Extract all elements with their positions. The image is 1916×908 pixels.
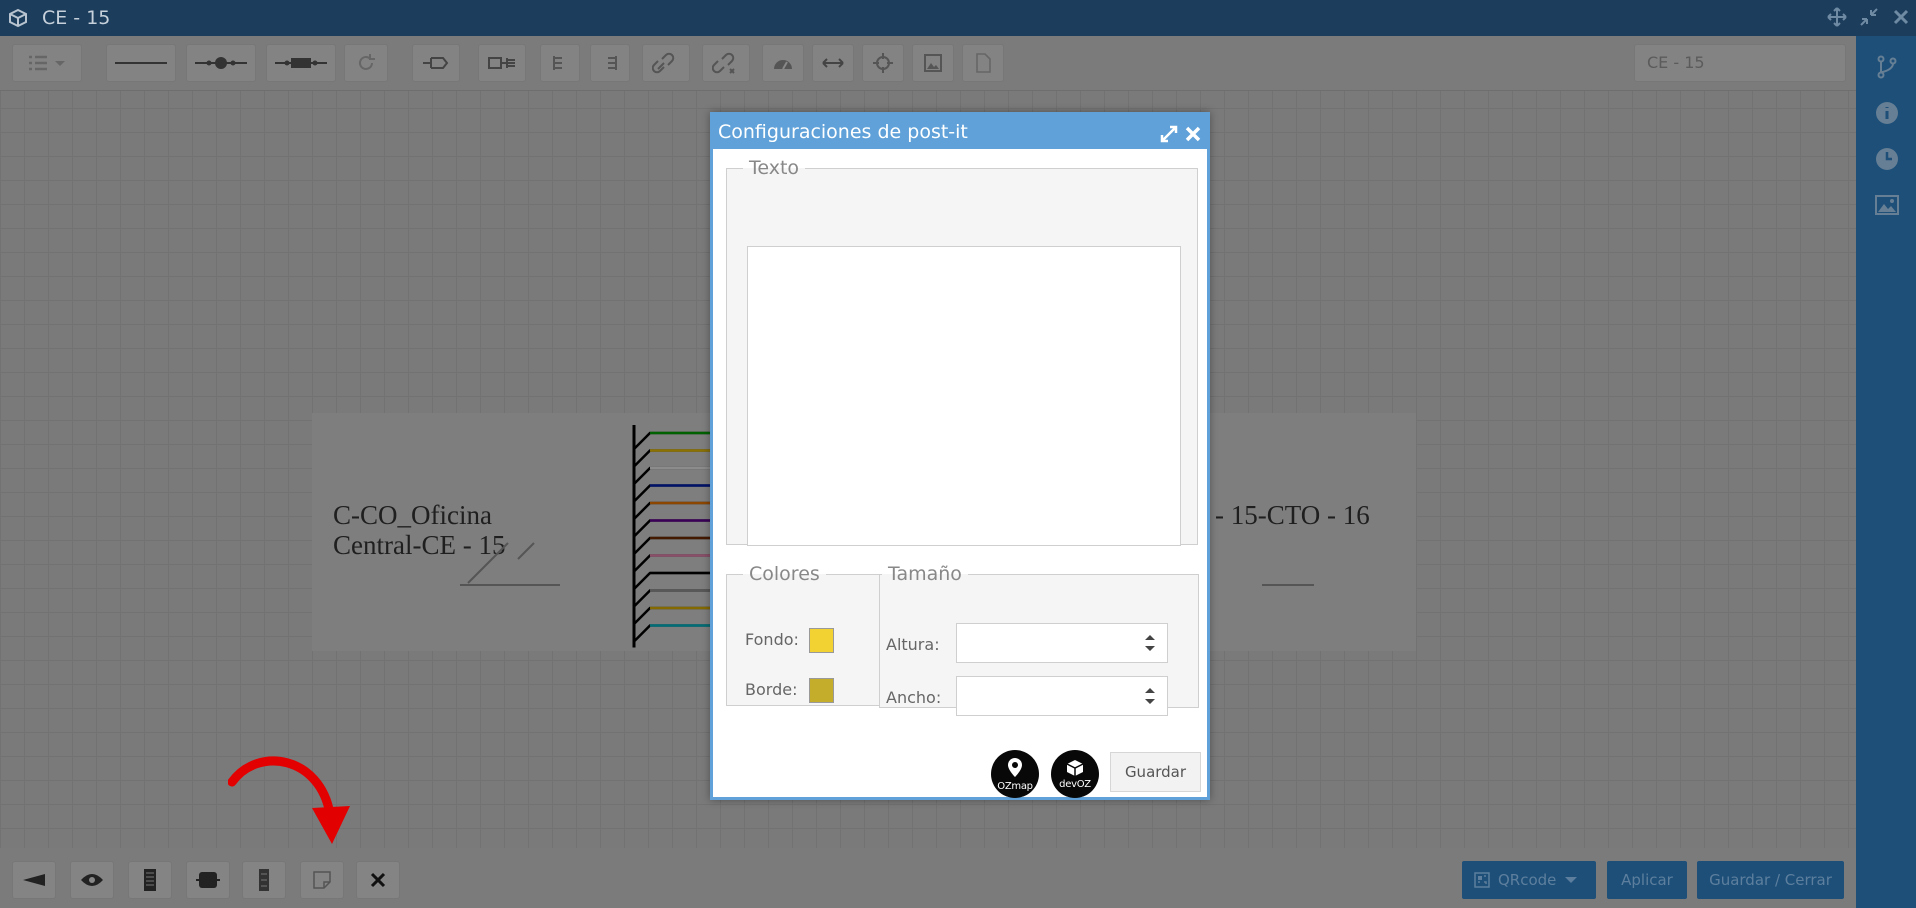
image-icon xyxy=(924,54,942,72)
texto-legend: Texto xyxy=(749,157,800,179)
tree-right-button[interactable] xyxy=(590,44,630,82)
map-pin-icon xyxy=(1008,757,1022,777)
window-titlebar: CE - 15 xyxy=(0,0,1916,36)
panel-tool-button[interactable] xyxy=(242,861,286,899)
rack-icon xyxy=(144,869,156,891)
shrink-icon[interactable] xyxy=(1858,6,1880,28)
devoz-logo: devOZ xyxy=(1051,750,1099,798)
dashboard-icon xyxy=(774,60,792,70)
colores-legend: Colores xyxy=(749,563,820,585)
qrcode-button[interactable]: QRcode xyxy=(1462,861,1596,899)
close-icon[interactable] xyxy=(1183,124,1203,144)
triangle-icon xyxy=(23,874,45,886)
tamano-legend: Tamaño xyxy=(888,563,962,585)
fondo-color-picker[interactable] xyxy=(809,628,834,653)
splitter-left-button[interactable] xyxy=(412,44,460,82)
qrcode-label: QRcode xyxy=(1498,871,1557,889)
splice-icon xyxy=(195,57,247,69)
ancho-stepper[interactable] xyxy=(956,676,1168,716)
postit-icon xyxy=(313,871,331,889)
tree-right-icon xyxy=(608,56,617,70)
close-icon[interactable] xyxy=(1890,6,1912,28)
unlink-button[interactable] xyxy=(702,44,750,82)
connector-icon xyxy=(275,58,327,68)
spinner-arrows-icon[interactable] xyxy=(1143,685,1157,707)
postit-text-input[interactable] xyxy=(747,246,1181,546)
refresh-button[interactable] xyxy=(344,44,388,82)
list-icon xyxy=(29,55,65,71)
line-tool-button[interactable] xyxy=(106,44,176,82)
triangle-tool-button[interactable] xyxy=(12,861,56,899)
chevron-down-icon xyxy=(1565,877,1578,883)
pdf-icon xyxy=(976,53,991,73)
fondo-label: Fondo: xyxy=(745,630,799,649)
splice-tool-button[interactable] xyxy=(186,44,256,82)
texto-fieldset: Texto xyxy=(726,157,1198,546)
postit-settings-dialog: Configuraciones de post-it Texto Colores… xyxy=(710,112,1210,800)
move-icon[interactable] xyxy=(1826,6,1848,28)
tree-left-icon xyxy=(553,56,562,70)
dialog-header: Configuraciones de post-it xyxy=(713,115,1207,149)
editor-toolbar: CE - 15 xyxy=(0,36,1856,91)
eye-tool-button[interactable] xyxy=(70,861,114,899)
altura-input[interactable] xyxy=(961,625,1131,661)
window-title: CE - 15 xyxy=(42,7,111,29)
borde-label: Borde: xyxy=(745,680,798,699)
box-tool-button[interactable] xyxy=(186,861,230,899)
colores-fieldset: Colores Fondo: Borde: xyxy=(726,563,881,706)
altura-label: Altura: xyxy=(886,635,940,654)
pdf-export-button[interactable] xyxy=(962,44,1004,82)
tree-left-button[interactable] xyxy=(540,44,580,82)
link-icon xyxy=(652,52,675,74)
bottom-toolbar: QRcode Aplicar Guardar / Cerrar xyxy=(0,848,1856,908)
branch-icon[interactable] xyxy=(1874,54,1900,80)
image-export-button[interactable] xyxy=(912,44,954,82)
cube-icon xyxy=(9,8,27,28)
center-button[interactable] xyxy=(862,44,904,82)
borde-color-picker[interactable] xyxy=(809,678,834,703)
cube-icon xyxy=(1066,759,1084,776)
close-icon xyxy=(370,872,386,888)
expand-icon[interactable] xyxy=(1159,124,1179,144)
splitter-left-icon xyxy=(423,57,449,69)
splitter-right-icon xyxy=(488,57,515,69)
dialog-title: Configuraciones de post-it xyxy=(718,121,968,143)
ozmap-logo: OZmap xyxy=(991,750,1039,798)
document-name-field[interactable]: CE - 15 xyxy=(1634,44,1846,82)
connector-tool-button[interactable] xyxy=(266,44,336,82)
right-side-panel xyxy=(1856,36,1916,908)
ancho-label: Ancho: xyxy=(886,688,942,707)
ancho-input[interactable] xyxy=(961,678,1131,714)
clock-icon[interactable] xyxy=(1874,146,1900,172)
tamano-fieldset: Tamaño Altura: Ancho: xyxy=(879,563,1199,716)
altura-stepper[interactable] xyxy=(956,623,1168,663)
save-button[interactable]: Guardar xyxy=(1110,752,1201,792)
qrcode-icon xyxy=(1474,872,1490,888)
eye-icon xyxy=(81,874,103,886)
postit-tool-button[interactable] xyxy=(300,861,344,899)
refresh-icon xyxy=(359,54,375,70)
center-icon xyxy=(873,53,893,73)
resize-button[interactable] xyxy=(812,44,854,82)
unlink-icon xyxy=(712,52,735,74)
dashboard-button[interactable] xyxy=(762,44,804,82)
box-icon xyxy=(196,872,220,888)
save-close-button[interactable]: Guardar / Cerrar xyxy=(1697,861,1844,899)
link-button[interactable] xyxy=(642,44,690,82)
line-icon xyxy=(115,62,167,64)
splitter-right-button[interactable] xyxy=(478,44,526,82)
spinner-arrows-icon[interactable] xyxy=(1143,632,1157,654)
delete-tool-button[interactable] xyxy=(356,861,400,899)
panel-icon xyxy=(259,869,269,891)
rack-tool-button[interactable] xyxy=(128,861,172,899)
info-icon[interactable] xyxy=(1874,100,1900,126)
apply-button[interactable]: Aplicar xyxy=(1607,861,1687,899)
image-icon[interactable] xyxy=(1874,192,1900,218)
annotation-arrow-icon xyxy=(228,756,350,844)
resize-icon xyxy=(822,58,844,68)
list-menu-button[interactable] xyxy=(12,44,82,82)
